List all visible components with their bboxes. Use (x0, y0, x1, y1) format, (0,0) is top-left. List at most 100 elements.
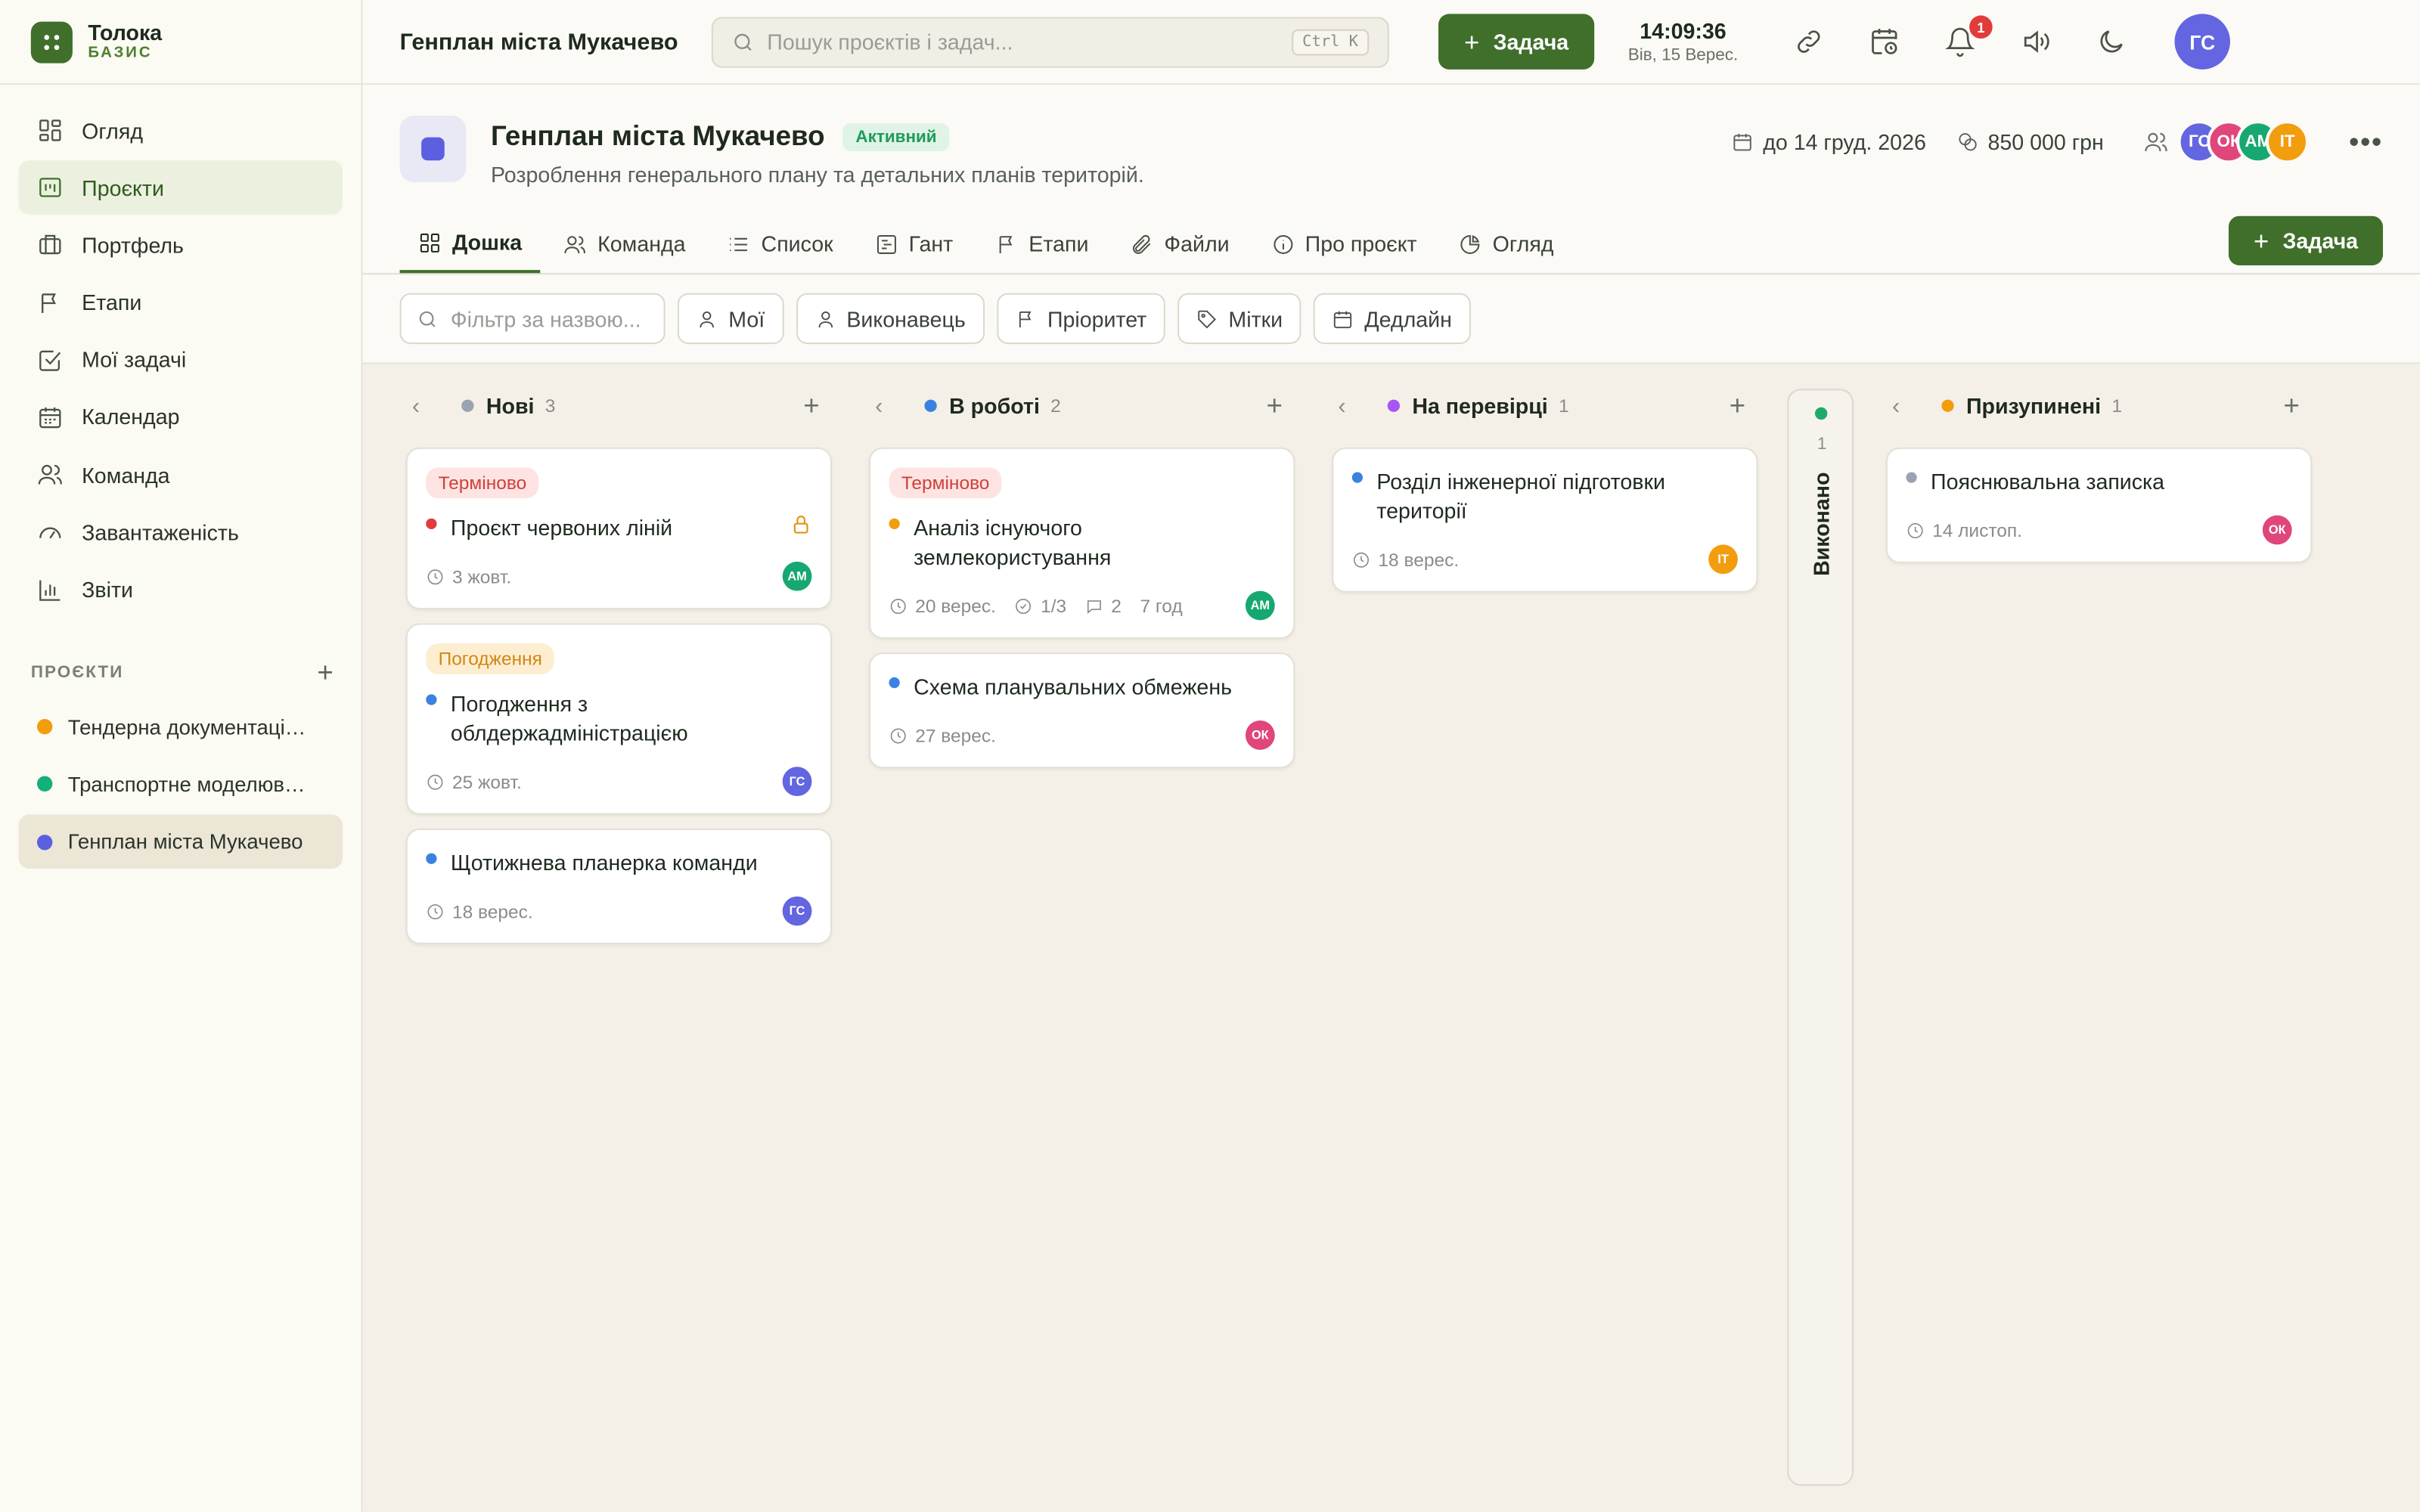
tab-files[interactable]: Файли (1112, 215, 1248, 274)
task-card[interactable]: Погодження Погодження з облдержадміністр… (405, 623, 832, 815)
moon-icon (2100, 30, 2123, 53)
nav-item-stages[interactable]: Етапи (18, 275, 343, 329)
nav-item-my-tasks[interactable]: Мої задачі (18, 333, 343, 386)
members-stack[interactable]: ГС ОК АМ ІТ (2177, 120, 2310, 164)
filter-search-input[interactable]: Фільтр за назвою... (451, 306, 641, 331)
nav-item-reports[interactable]: Звіти (18, 562, 343, 616)
nav-item-label: Проєкти (82, 175, 164, 200)
notifications-button[interactable]: 1 (1944, 15, 1993, 57)
card-date: 3 жовт. (451, 565, 512, 587)
card-time: 7 год (1140, 594, 1183, 617)
link-button[interactable] (1793, 26, 1824, 57)
filter-priority-button[interactable]: Пріоритет (996, 293, 1165, 345)
tab-team[interactable]: Команда (545, 215, 704, 274)
nav-item-workload[interactable]: Завантаженість (18, 505, 343, 559)
filter-deadline-button[interactable]: Дедлайн (1313, 293, 1471, 345)
checkbox-icon (39, 350, 61, 371)
add-card-button[interactable]: + (803, 389, 819, 422)
filter-search[interactable]: Фільтр за назвою... (399, 293, 666, 345)
bar-chart-icon (39, 579, 60, 600)
sound-button[interactable] (2020, 26, 2051, 57)
user-avatar[interactable]: ГС (2174, 14, 2230, 70)
task-card[interactable]: Терміново Аналіз існуючого землекористув… (868, 447, 1295, 639)
avatar[interactable]: ГС (782, 767, 812, 797)
clock-icon (890, 598, 906, 614)
task-card[interactable]: Терміново Проєкт червоних ліній 3 жовт. … (405, 447, 832, 610)
project-header: Генплан міста Мукачево Активний Розробле… (362, 85, 2420, 275)
avatar[interactable]: ГС (782, 896, 812, 926)
avatar[interactable]: АМ (1245, 590, 1275, 621)
nav-item-calendar[interactable]: Календар (18, 390, 343, 444)
column-count: 3 (544, 395, 556, 417)
approval-label: Погодження (426, 643, 555, 674)
tab-label: Список (761, 231, 833, 256)
nav-item-label: Завантаженість (82, 519, 239, 545)
filter-tags-button[interactable]: Мітки (1177, 293, 1302, 345)
tag-icon (1198, 309, 1216, 328)
nav-item-overview[interactable]: Огляд (18, 104, 343, 157)
add-card-button[interactable]: + (2283, 389, 2299, 422)
tab-gantt[interactable]: Гант (856, 215, 972, 274)
calendar-clock-button[interactable] (1869, 26, 1900, 57)
column-header: ‹ Нові 3 + (406, 364, 832, 448)
column-header: ‹ Призупинені 1 + (1886, 364, 2312, 448)
more-options-button[interactable]: ••• (2349, 125, 2383, 158)
project-item-transport[interactable]: Транспортне моделюв… (18, 758, 343, 811)
theme-toggle-button[interactable] (2096, 26, 2127, 57)
avatar[interactable]: ІТ (2266, 120, 2310, 164)
search-icon (734, 33, 752, 51)
task-card[interactable]: Схема планувальних обмежень 27 верес. ОК (868, 652, 1295, 769)
brand[interactable]: Толока БАЗИС (0, 0, 361, 85)
tab-board[interactable]: Дошка (399, 215, 541, 274)
tab-list[interactable]: Список (709, 215, 852, 274)
filter-mine-button[interactable]: Мої (677, 293, 783, 345)
avatar[interactable]: ОК (1245, 720, 1275, 750)
search-input[interactable]: Пошук проєктів і задач... (767, 29, 1292, 54)
urgent-label: Терміново (426, 467, 539, 499)
nav-item-team[interactable]: Команда (18, 448, 343, 501)
task-card[interactable]: Пояснювальна записка 14 листоп. ОК (1885, 447, 2313, 563)
projects-list: Тендерна документаці… Транспортне моделю… (0, 687, 361, 869)
collapse-column-button[interactable]: ‹ (412, 392, 440, 419)
global-search[interactable]: Пошук проєктів і задач... Ctrl K (711, 16, 1389, 67)
project-item-tender[interactable]: Тендерна документаці… (18, 700, 343, 754)
add-task-label: Задача (2282, 228, 2359, 253)
task-card[interactable]: Розділ інженерної підготовки території 1… (1332, 447, 1758, 593)
column-review: ‹ На перевірці 1 + Розділ інженерної під… (1332, 364, 1758, 606)
card-comments: 2 (1111, 594, 1122, 617)
avatar[interactable]: ІТ (1708, 544, 1738, 575)
notification-badge: 1 (1969, 15, 1993, 39)
task-card[interactable]: Щотижнева планерка команди 18 верес. ГС (405, 828, 832, 944)
filter-assignee-button[interactable]: Виконавець (796, 293, 985, 345)
avatar[interactable]: АМ (782, 561, 812, 591)
tab-overview[interactable]: Огляд (1440, 215, 1572, 274)
brand-name: Толока (88, 20, 163, 45)
collapse-column-button[interactable]: ‹ (875, 392, 903, 419)
avatar[interactable]: ОК (2262, 515, 2292, 545)
column-in-progress: ‹ В роботі 2 + Терміново Аналіз існуючог… (868, 364, 1295, 782)
add-card-button[interactable]: + (1730, 389, 1745, 422)
add-card-button[interactable]: + (1266, 389, 1282, 422)
collapse-column-button[interactable]: ‹ (1338, 392, 1366, 419)
collapse-column-button[interactable]: ‹ (1892, 392, 1920, 419)
project-icon (399, 116, 467, 182)
nav-item-portfolio[interactable]: Портфель (18, 218, 343, 272)
tab-stages[interactable]: Етапи (976, 215, 1107, 274)
add-task-button[interactable]: + Задача (2228, 215, 2383, 266)
nav-item-projects[interactable]: Проєкти (18, 160, 343, 215)
tab-label: Етапи (1028, 231, 1089, 256)
clock-time: 14:09:36 (1640, 17, 1727, 43)
new-task-button[interactable]: + Задача (1438, 14, 1595, 70)
column-done-collapsed[interactable]: 1 Виконано (1787, 389, 1854, 1486)
calendar-icon (1734, 134, 1752, 151)
project-item-genplan[interactable]: Генплан міста Мукачево (18, 814, 343, 869)
tab-label: Гант (908, 231, 954, 256)
tab-about[interactable]: Про проєкт (1252, 215, 1435, 274)
flag-icon (42, 293, 56, 313)
project-color-dot (36, 719, 53, 735)
status-badge: Активний (843, 122, 949, 150)
add-project-button[interactable]: + (317, 658, 333, 686)
card-title: Аналіз існуючого землекористування (914, 515, 1112, 570)
column-count: 1 (1559, 395, 1569, 417)
priority-dot (1351, 472, 1364, 483)
